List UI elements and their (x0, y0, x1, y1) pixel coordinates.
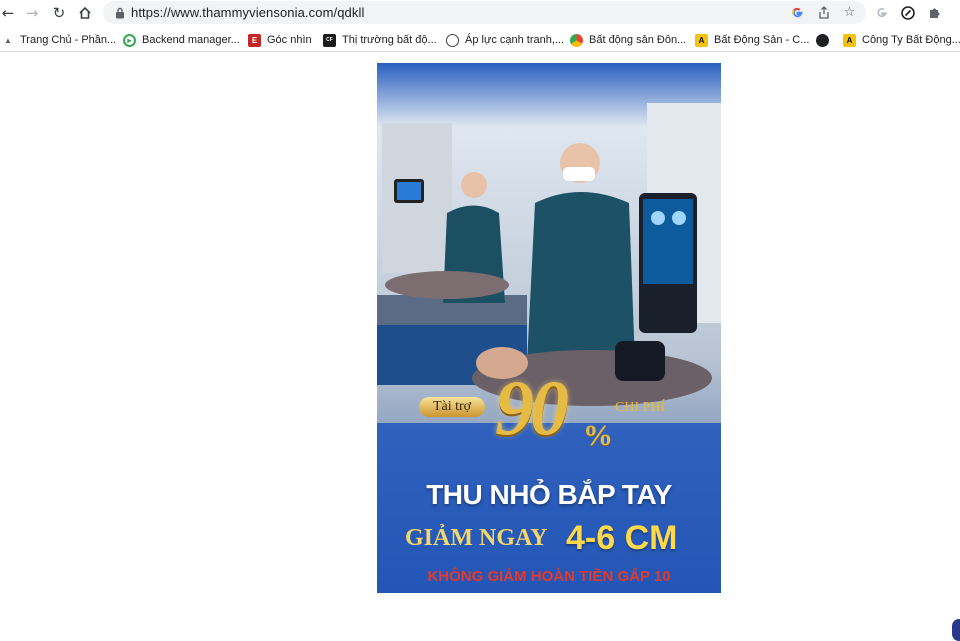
globe-icon (816, 33, 829, 47)
bookmark-label: Trang Chủ - Phần... (20, 34, 117, 46)
ai-icon: A (843, 33, 856, 47)
bookmark-item[interactable]: Áp lực cạnh tranh,... (446, 32, 564, 48)
bookmark-label: Bất động sản Đôn... (589, 34, 687, 46)
promo-banner[interactable]: Tài trợ 90 % CHI PHÍ THU NHỎ BẮP TAY GIẢ… (377, 63, 721, 593)
bookmark-item[interactable]: A Công Ty Bất Động... (843, 32, 960, 48)
bookmark-label: Áp lực cạnh tranh,... (465, 34, 565, 46)
reduce-value: 4-6 CM (566, 519, 678, 557)
bookmark-item[interactable] (816, 32, 835, 48)
lock-icon[interactable] (115, 6, 125, 19)
sponsor-badge: Tài trợ (419, 397, 485, 417)
bookmark-item[interactable]: E Góc nhìn (248, 32, 312, 48)
circle-icon (446, 33, 459, 47)
google-icon[interactable] (789, 4, 806, 21)
bookmark-label: Backend manager... (142, 34, 240, 46)
bookmark-item[interactable]: ▲ Trang Chủ - Phần... (4, 32, 116, 48)
bookmark-item[interactable]: ▸ Backend manager... (123, 32, 240, 48)
gear-icon: ▸ (123, 33, 136, 47)
star-icon[interactable]: ☆ (841, 4, 858, 21)
share-icon[interactable] (815, 4, 832, 21)
puzzle-icon[interactable] (925, 3, 945, 23)
home-icon[interactable] (75, 3, 95, 23)
arrow-left-icon[interactable]: ← (0, 3, 18, 23)
cafef-icon: CF (323, 33, 336, 47)
ai-icon: A (695, 33, 708, 47)
chrome-icon (570, 33, 583, 47)
reload-icon[interactable]: ↻ (49, 3, 69, 23)
triangle-icon: ▲ (4, 35, 12, 45)
chat-widget-edge[interactable] (952, 619, 960, 641)
profile-icon[interactable] (872, 3, 892, 23)
url-text[interactable]: https://www.thammyviensonia.com/qdkll (131, 5, 364, 20)
browser-toolbar: ← → ↻ https://www.thammyviensonia.com/qd… (0, 0, 960, 26)
promo-headline: THU NHỎ BẮP TAY (426, 479, 672, 510)
reduce-label: GIẢM NGAY (405, 525, 548, 551)
guarantee-text: KHÔNG GIẢM HOÀN TIỀN GẤP 10 (427, 568, 671, 585)
bookmark-item[interactable]: CF Thị trường bất độ... (323, 32, 437, 48)
e-icon: E (248, 33, 261, 47)
address-bar[interactable]: https://www.thammyviensonia.com/qdkll ☆ (103, 1, 866, 24)
bookmark-label: Thị trường bất độ... (342, 34, 437, 46)
bookmark-item[interactable]: Bất động sản Đôn... (570, 32, 686, 48)
bookmark-label: Công Ty Bất Động... (862, 34, 960, 46)
link-icon[interactable] (898, 3, 918, 23)
page-content: Tài trợ 90 % CHI PHÍ THU NHỎ BẮP TAY GIẢ… (0, 53, 960, 641)
cost-label: CHI PHÍ (615, 400, 666, 415)
arrow-right-icon[interactable]: → (22, 3, 42, 23)
bookmark-item[interactable]: A Bất Động Sản - C... (695, 32, 809, 48)
bookmark-label: Góc nhìn (267, 34, 312, 46)
discount-number: 90 (495, 364, 569, 451)
discount-percent-sign: % (583, 419, 613, 452)
bookmark-label: Bất Động Sản - C... (714, 34, 810, 46)
bookmarks-bar: ▲ Trang Chủ - Phần... ▸ Backend manager.… (0, 28, 960, 52)
spa-treatment-photo (377, 63, 721, 593)
